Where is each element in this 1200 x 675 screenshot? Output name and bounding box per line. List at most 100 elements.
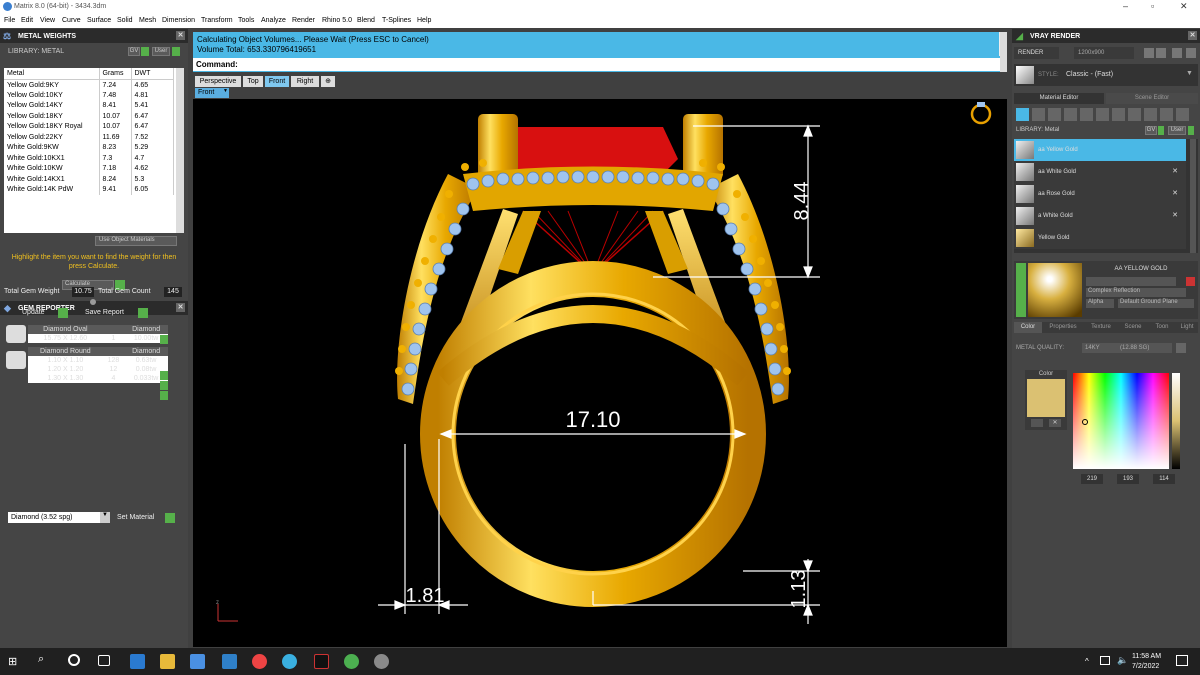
material-tool-icon[interactable]: [1128, 108, 1141, 121]
material-item[interactable]: aa White Gold ✕: [1014, 161, 1186, 183]
material-item[interactable]: aa Yellow Gold: [1014, 139, 1186, 161]
tab-material-editor[interactable]: Material Editor: [1014, 93, 1104, 104]
gem-select-button[interactable]: [160, 371, 168, 380]
preview-collapse[interactable]: [1016, 263, 1026, 317]
material-item[interactable]: aa Rose Gold ✕: [1014, 183, 1186, 205]
app-icon[interactable]: [282, 654, 297, 669]
style-selector[interactable]: STYLE: Classic - (Fast) ▼: [1014, 64, 1198, 86]
gv-button[interactable]: GV: [1145, 126, 1157, 135]
delete-icon[interactable]: ✕: [1172, 211, 1178, 219]
menu-tools[interactable]: Tools: [238, 17, 254, 24]
close-icon[interactable]: ✕: [1188, 31, 1197, 40]
splitter-handle[interactable]: [90, 299, 96, 305]
tab-texture[interactable]: Texture: [1086, 322, 1116, 333]
set-material-go-button[interactable]: [165, 513, 175, 523]
metal-quality-select[interactable]: 14KY (12.88 SG): [1082, 343, 1172, 353]
clock-time[interactable]: 11:58 AM: [1132, 653, 1161, 660]
maximize-button[interactable]: ▫: [1151, 1, 1154, 11]
gem-row[interactable]: 1.10 X 1.10 128 0.63tw: [28, 356, 168, 365]
material-item[interactable]: Yellow Gold: [1014, 227, 1186, 249]
red-value[interactable]: 219: [1081, 474, 1103, 484]
chevron-down-icon[interactable]: ▼: [223, 88, 229, 98]
mail-icon[interactable]: [222, 654, 237, 669]
add-tab-button[interactable]: ⊕: [321, 76, 335, 87]
minimize-button[interactable]: –: [1123, 1, 1128, 11]
menu-rhino[interactable]: Rhino 5.0: [322, 17, 352, 24]
material-tool-icon[interactable]: [1032, 108, 1045, 121]
gem-select-button[interactable]: [160, 391, 168, 400]
material-tool-icon[interactable]: [1064, 108, 1077, 121]
clear-color-icon[interactable]: ✕: [1049, 419, 1061, 427]
tab-toon[interactable]: Toon: [1150, 322, 1174, 333]
delete-icon[interactable]: ✕: [1172, 189, 1178, 197]
chrome-icon[interactable]: [252, 654, 267, 669]
table-row[interactable]: Yellow Gold:9KY 7.24 4.65: [4, 79, 174, 90]
material-tool-icon[interactable]: [1096, 108, 1109, 121]
settings-icon[interactable]: [1186, 48, 1196, 58]
command-line[interactable]: Command:: [193, 58, 1007, 71]
menu-help[interactable]: Help: [417, 17, 431, 24]
tab-right[interactable]: Right: [291, 76, 319, 87]
cortana-icon[interactable]: [68, 654, 80, 666]
alpha-field[interactable]: Alpha: [1086, 299, 1114, 308]
table-row[interactable]: Yellow Gold:18KY 10.07 6.47: [4, 111, 174, 122]
set-material-button[interactable]: Set Material: [117, 514, 154, 521]
table-row[interactable]: Yellow Gold:22KY 11.69 7.52: [4, 132, 174, 143]
close-window-button[interactable]: ✕: [1180, 1, 1188, 12]
scrollbar[interactable]: [1000, 32, 1007, 72]
material-tool-icon[interactable]: [1016, 108, 1029, 121]
file-explorer-icon[interactable]: [160, 654, 175, 669]
menu-tsplines[interactable]: T-Splines: [382, 17, 411, 24]
col-dwt[interactable]: DWT: [131, 68, 174, 80]
tab-properties[interactable]: Properties: [1046, 322, 1080, 333]
menu-view[interactable]: View: [40, 17, 55, 24]
material-tool-icon[interactable]: [1112, 108, 1125, 121]
menu-analyze[interactable]: Analyze: [261, 17, 286, 24]
matrix-icon[interactable]: [374, 654, 389, 669]
user-button[interactable]: User: [152, 47, 170, 56]
store-icon[interactable]: [190, 654, 205, 669]
green-value[interactable]: 193: [1117, 474, 1139, 484]
gv-toggle[interactable]: [1158, 126, 1164, 135]
network-icon[interactable]: [1100, 656, 1110, 665]
table-row[interactable]: White Gold:9KW 8.23 5.29: [4, 142, 174, 153]
tab-top[interactable]: Top: [243, 76, 263, 87]
viewport-label[interactable]: Front: [195, 88, 223, 98]
tab-scene[interactable]: Scene: [1120, 322, 1146, 333]
render-button[interactable]: RENDER: [1014, 47, 1059, 59]
resolution-field[interactable]: 1200x900: [1074, 47, 1134, 59]
app-icon[interactable]: [344, 654, 359, 669]
menu-curve[interactable]: Curve: [62, 17, 81, 24]
color-picker-cursor[interactable]: [1082, 419, 1088, 425]
save-report-button[interactable]: Save Report: [85, 309, 124, 316]
menu-solid[interactable]: Solid: [117, 17, 133, 24]
tab-color[interactable]: Color: [1014, 322, 1042, 333]
material-name-field[interactable]: [1086, 277, 1176, 286]
material-tool-icon[interactable]: [1160, 108, 1173, 121]
menu-dimension[interactable]: Dimension: [162, 17, 195, 24]
folder-icon[interactable]: [1156, 48, 1166, 58]
tab-perspective[interactable]: Perspective: [195, 76, 241, 87]
update-button[interactable]: Update: [22, 309, 45, 316]
scrollbar[interactable]: [176, 68, 184, 233]
update-go-button[interactable]: [58, 308, 68, 318]
menu-transform[interactable]: Transform: [201, 17, 233, 24]
task-view-icon[interactable]: [98, 655, 110, 666]
value-slider[interactable]: [1172, 373, 1180, 469]
gv-button[interactable]: GV: [128, 47, 140, 56]
reflection-select[interactable]: Complex Reflection: [1086, 288, 1186, 297]
gem-row[interactable]: 1.20 X 1.20 12 0.08tw: [28, 365, 168, 374]
user-button[interactable]: User: [1168, 126, 1186, 135]
clock-date[interactable]: 7/2/2022: [1132, 663, 1159, 670]
col-metal[interactable]: Metal: [4, 68, 100, 80]
close-icon[interactable]: ✕: [176, 303, 185, 312]
user-toggle[interactable]: [1188, 126, 1194, 135]
close-icon[interactable]: ✕: [176, 31, 185, 40]
color-picker[interactable]: [1073, 373, 1169, 469]
menu-file[interactable]: File: [4, 17, 15, 24]
viewport-front[interactable]: 8.44 17.10 1.81 1.13 z: [193, 99, 1007, 647]
gem-row[interactable]: 15.75 X 12.60 1 10.00tw: [28, 334, 168, 343]
gem-select-button[interactable]: [160, 335, 168, 344]
user-toggle[interactable]: [172, 47, 180, 56]
table-row[interactable]: White Gold:10KW 7.18 4.62: [4, 163, 174, 174]
